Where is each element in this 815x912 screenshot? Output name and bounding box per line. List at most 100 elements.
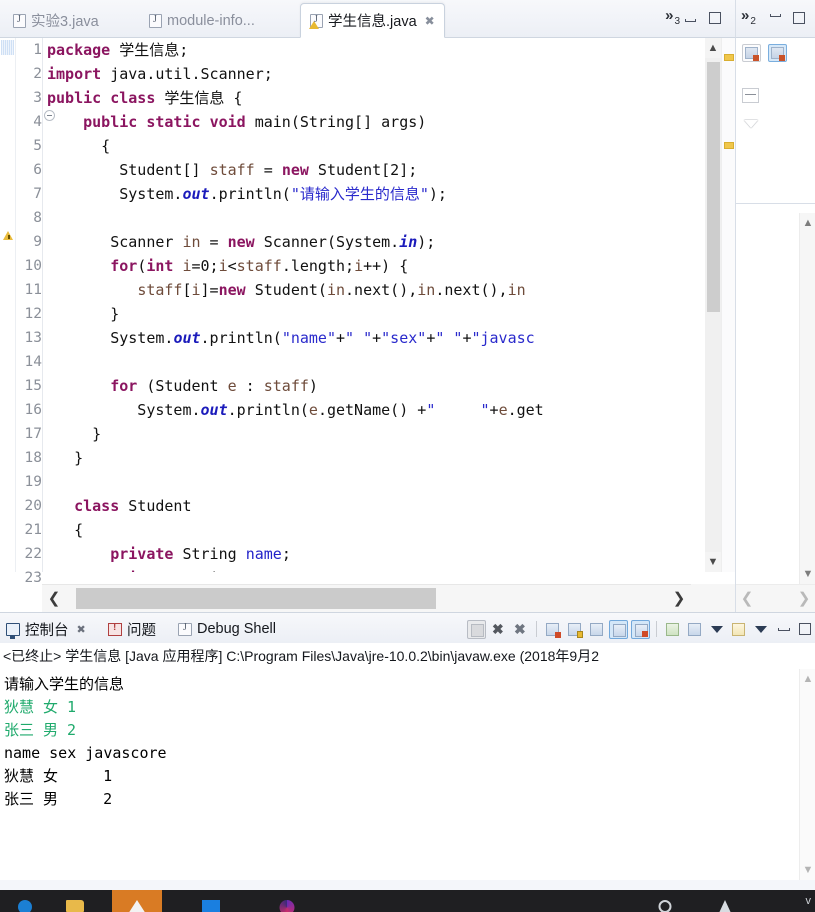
taskbar-window-app[interactable] (186, 890, 236, 912)
editor-tab-xueshengxinxi[interactable]: 学生信息.java ✖ (300, 3, 445, 38)
scroll-right-icon[interactable]: ❯ (667, 585, 691, 612)
remove-all-terminated-icon[interactable]: ✖ (511, 620, 530, 639)
console-status-line: <已终止> 学生信息 [Java 应用程序] C:\Program Files\… (0, 643, 815, 669)
remove-launch-icon[interactable]: ✖ (489, 620, 508, 639)
open-console-dropdown-icon[interactable] (751, 620, 770, 639)
console-minimize-button[interactable] (778, 627, 790, 631)
debug-shell-icon (178, 622, 192, 636)
close-icon[interactable]: ✖ (77, 623, 86, 636)
overview-warning-mark[interactable] (724, 142, 734, 149)
outline-tab-overflow-count: 2 (750, 16, 756, 27)
overview-ruler[interactable] (721, 38, 735, 572)
outline-toolbar (736, 38, 815, 68)
scroll-left-icon[interactable]: ❮ (736, 585, 758, 612)
line-number: 8 (33, 210, 42, 226)
line-number: 12 (24, 306, 42, 322)
word-wrap-icon[interactable] (587, 620, 606, 639)
show-console-on-output-icon[interactable] (609, 619, 628, 639)
line-number: 13 (24, 330, 42, 346)
line-number-gutter: 1 2 3 4 5 6 7 8 9 10 11 12 13 14 15 16 17 18 19 20 21 22 23 (16, 38, 42, 586)
editor-maximize-button[interactable] (709, 12, 723, 25)
ring-icon (658, 900, 672, 912)
line-number: 6 (33, 162, 42, 178)
line-number: 10 (24, 258, 42, 274)
toolbar-separator (656, 621, 657, 637)
scroll-down-icon[interactable]: ▼ (705, 552, 721, 572)
editor-tab-label: 实验3.java (31, 14, 99, 30)
console-icon (6, 622, 20, 639)
hide-fields-toggle-icon[interactable] (768, 44, 787, 62)
line-number: 21 (24, 522, 42, 538)
warning-marker-icon[interactable] (3, 230, 14, 241)
scroll-up-icon[interactable]: ▲ (705, 38, 721, 58)
console-maximize-button[interactable] (799, 623, 811, 635)
open-console-icon[interactable] (729, 620, 748, 639)
editor-minimize-button[interactable] (685, 12, 699, 25)
console-line: 请输入学生的信息 (4, 675, 125, 693)
overview-warning-mark[interactable] (724, 54, 734, 61)
view-menu-chevron-icon[interactable] (744, 120, 758, 128)
editor-horizontal-scrollbar[interactable]: ❮ ❯ (42, 584, 691, 612)
source-code[interactable]: package 学生信息; import java.util.Scanner; pu… (47, 38, 705, 572)
console-vertical-scrollbar[interactable]: ▲ ▼ (799, 669, 815, 880)
taskbar-media-app[interactable] (262, 890, 312, 912)
console-tab-bar: 控制台 ✖ 问题 Debug Shell ✖ ✖ (0, 613, 815, 643)
display-selected-dropdown-icon[interactable] (707, 620, 726, 639)
line-number: 23 (24, 570, 42, 586)
scroll-right-icon[interactable]: ❯ (793, 585, 815, 612)
line-number: 2 (33, 66, 42, 82)
scrollbar-thumb[interactable] (707, 62, 720, 312)
outline-minimize-button[interactable] (770, 14, 781, 17)
display-selected-console-icon[interactable] (685, 620, 704, 639)
scroll-down-icon[interactable]: ▼ (800, 564, 815, 584)
tray-chevron-icon[interactable]: v (806, 895, 812, 907)
outline-tab-overflow-chevron-icon[interactable]: »2 (741, 8, 756, 27)
outline-horizontal-scrollbar[interactable]: ❮ ❯ (736, 584, 815, 612)
scroll-left-icon[interactable]: ❮ (42, 585, 66, 612)
console-tab-debug-shell[interactable]: Debug Shell (178, 618, 276, 640)
scroll-down-icon[interactable]: ▼ (800, 860, 815, 880)
taskbar-start-button[interactable] (0, 890, 50, 912)
outline-maximize-button[interactable] (793, 12, 805, 24)
editor-tab-module-info[interactable]: module-info... (140, 4, 264, 37)
scroll-up-icon[interactable]: ▲ (800, 213, 815, 233)
editor-tab-overflow-chevron-icon[interactable]: »3 (665, 8, 680, 27)
gutter-separator (42, 38, 43, 572)
close-icon[interactable]: ✖ (425, 14, 435, 28)
console-output[interactable]: 请输入学生的信息 狄慧 女 1 张三 男 2 name sex javascore 狄慧… (0, 669, 799, 880)
eclipse-ide-window: 实验3.java module-info... 学生信息.java ✖ »3 (0, 0, 815, 912)
console-tab-problems[interactable]: 问题 (108, 618, 156, 640)
scrollbar-thumb[interactable] (76, 588, 436, 609)
collapse-all-icon[interactable] (742, 88, 759, 103)
annotation-ruler[interactable] (0, 38, 16, 572)
java-file-warning-icon (309, 13, 323, 29)
outline-vertical-scrollbar[interactable]: ▲ ▼ (799, 213, 815, 584)
editor-vertical-scrollbar[interactable]: ▲ ▼ (705, 38, 721, 572)
line-number: 16 (24, 402, 42, 418)
taskbar-file-explorer[interactable] (50, 890, 100, 912)
folder-icon (66, 900, 84, 912)
code-viewport[interactable]: 1 2 3 4 5 6 7 8 9 10 11 12 13 14 15 16 17 18 19 20 21 22 23 pa… (0, 38, 735, 612)
taskbar-eclipse[interactable] (112, 890, 162, 912)
taskbar-tray-app-1[interactable] (640, 890, 690, 912)
editor-tab-label: 学生信息.java (328, 14, 417, 30)
line-number: 4 (33, 114, 42, 130)
java-file-icon (149, 13, 162, 28)
scroll-up-icon[interactable]: ▲ (800, 669, 815, 689)
console-line-input: 张三 男 2 (4, 721, 77, 739)
line-number: 20 (24, 498, 42, 514)
taskbar-tray-app-2[interactable] (700, 890, 750, 912)
clear-console-icon[interactable] (543, 620, 562, 639)
eclipse-icon (128, 900, 146, 912)
scroll-lock-icon[interactable] (565, 620, 584, 639)
sort-toggle-icon[interactable] (742, 44, 761, 62)
panel-divider (736, 203, 815, 204)
console-tab-label: 问题 (127, 622, 156, 639)
outline-tab-bar: »2 (735, 0, 815, 38)
console-tab-console[interactable]: 控制台 ✖ (6, 618, 86, 640)
editor-tab-bar: 实验3.java module-info... 学生信息.java ✖ »3 (0, 0, 735, 38)
editor-tab-label: module-info... (167, 12, 255, 29)
pin-console-icon[interactable] (663, 620, 682, 639)
show-console-on-error-icon[interactable] (631, 619, 650, 639)
editor-tab-shiyan3[interactable]: 实验3.java (4, 4, 108, 37)
